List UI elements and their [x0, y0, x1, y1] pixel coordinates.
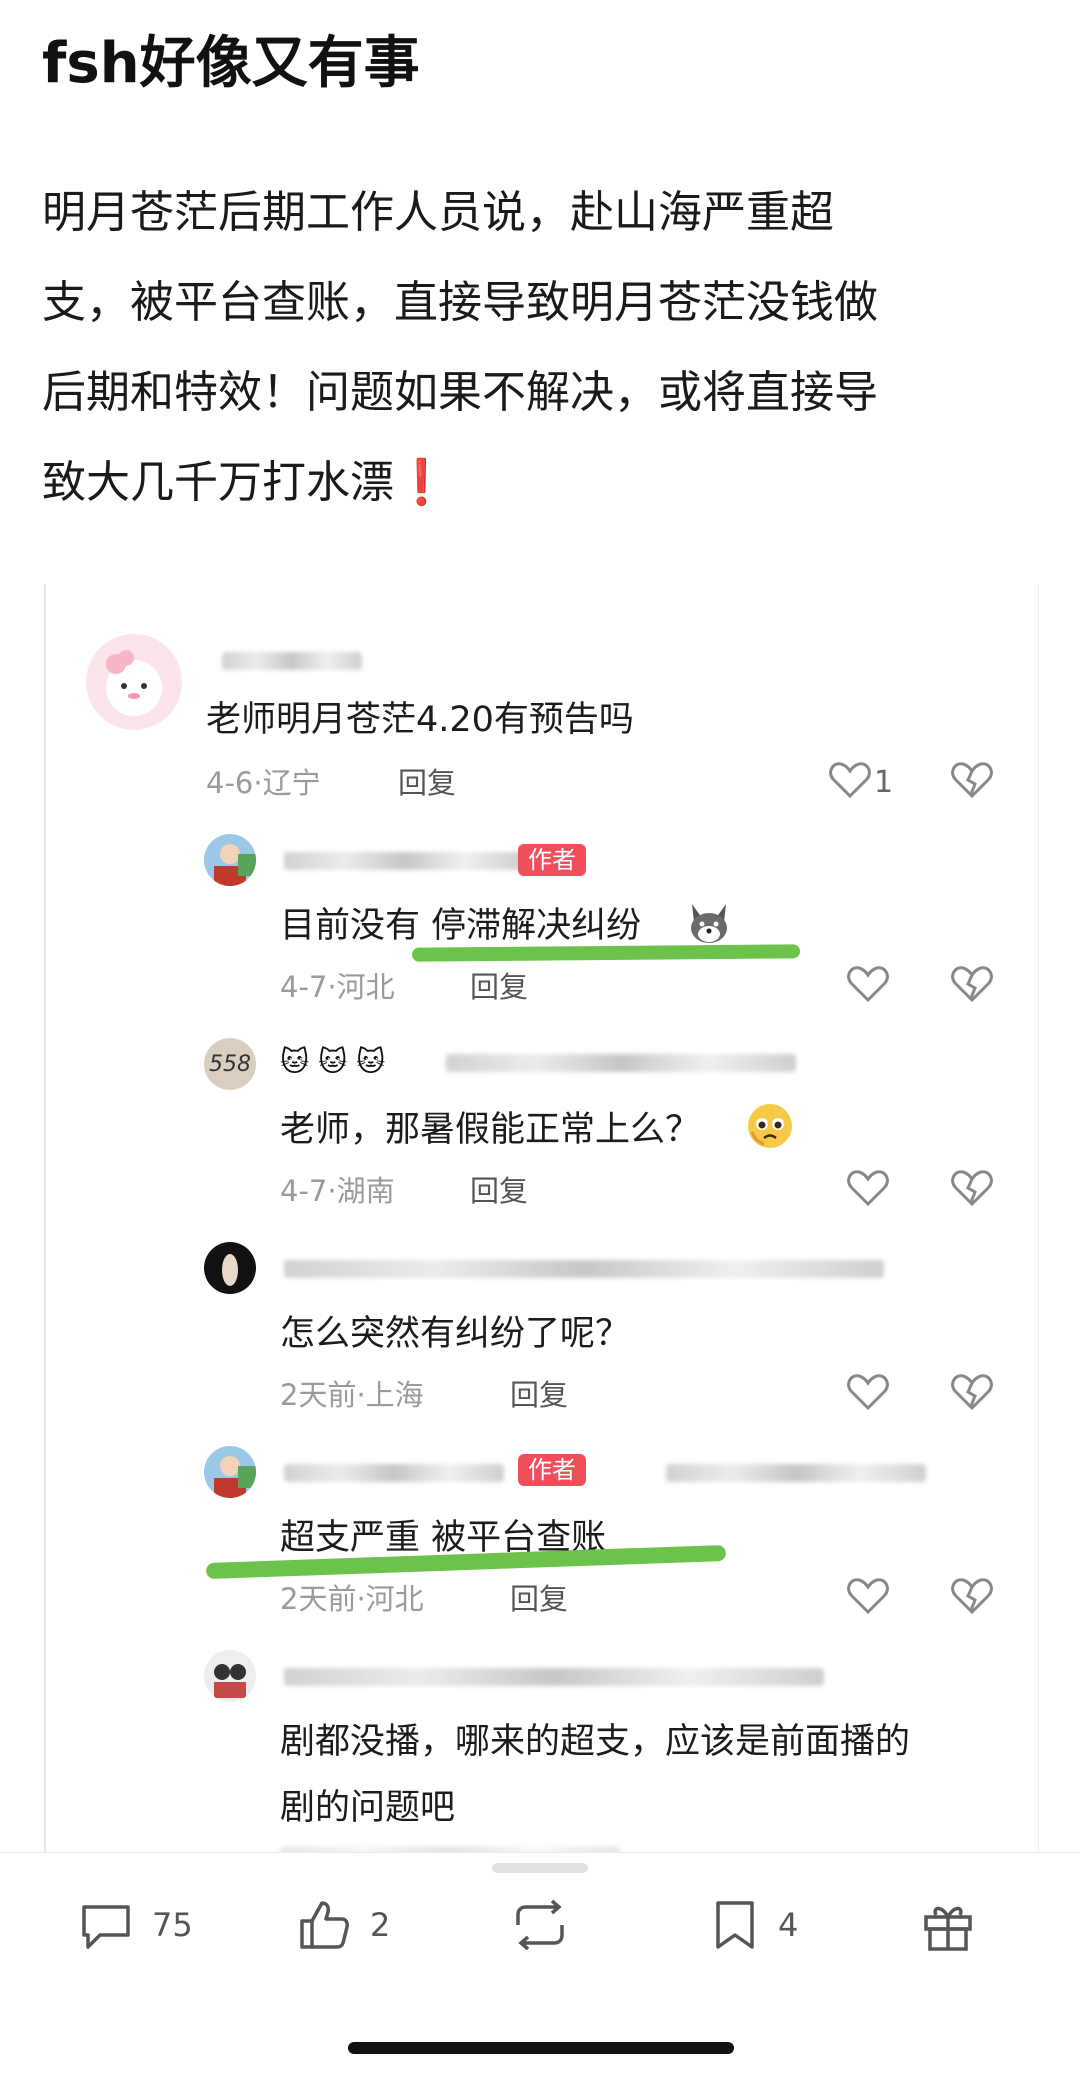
gift-icon — [924, 1906, 972, 1951]
post-body: 明月苍茫后期工作人员说，赴山海严重超 支，被平台查账，直接导致明月苍茫没钱做 后… — [42, 168, 1032, 528]
bottom-toolbar: 75 2 4 — [0, 1852, 1080, 2013]
heart-icon[interactable] — [828, 760, 872, 800]
reply-button[interactable]: 回复 — [470, 968, 528, 1006]
broken-heart-icon[interactable] — [950, 1372, 994, 1412]
post-body-line: 后期和特效！问题如果不解决，或将直接导 — [42, 367, 878, 418]
avatar-text: 558 — [209, 1051, 251, 1077]
broken-heart-icon[interactable] — [950, 760, 994, 800]
broken-heart-icon[interactable] — [950, 1168, 994, 1208]
bookmark-icon — [716, 1901, 754, 1949]
avatar[interactable] — [204, 1650, 256, 1702]
repost-button[interactable] — [510, 1893, 570, 1953]
pleading-emoji — [748, 1104, 792, 1148]
username-redacted — [284, 1668, 824, 1686]
gift-button[interactable] — [920, 1893, 980, 1953]
comment-text: 剧的问题吧 — [280, 1788, 456, 1828]
comment-text: 剧都没播，哪来的超支，应该是前面播的 — [280, 1722, 911, 1762]
comment-meta: 2天前·上海 — [280, 1378, 424, 1412]
comment-meta: 4-7·湖南 — [280, 1174, 395, 1208]
drag-handle[interactable] — [492, 1863, 588, 1873]
post-body-text: 致大几千万打水漂 — [42, 457, 394, 508]
comment-text: 目前没有 停滞解决纠纷 — [280, 906, 642, 946]
exclamation-mark: ❗ — [394, 457, 449, 508]
comment-icon — [82, 1905, 130, 1949]
heart-icon[interactable] — [846, 1576, 890, 1616]
heart-icon[interactable] — [846, 1372, 890, 1412]
username-prefix: 🐱 🐱 🐱 — [280, 1045, 386, 1078]
comment-button[interactable]: 75 — [78, 1893, 218, 1953]
dog-emoji — [691, 904, 727, 943]
embedded-screenshot[interactable]: 老师明月苍茫4.20有预告吗 4-6·辽宁 回复 1 作者 目前没有 停滞解决纠… — [44, 584, 1039, 1854]
broken-heart-icon[interactable] — [950, 964, 994, 1004]
author-tag: 作者 — [518, 844, 586, 876]
reply-button[interactable]: 回复 — [398, 764, 456, 802]
username-redacted — [284, 1464, 504, 1482]
comment-meta: 4-6·辽宁 — [206, 766, 321, 800]
heart-icon[interactable] — [846, 1168, 890, 1208]
comment-text: 老师，那暑假能正常上么？ — [280, 1110, 701, 1150]
post-body-line: 明月苍茫后期工作人员说，赴山海严重超 — [42, 187, 834, 238]
avatar[interactable]: 558 — [204, 1038, 256, 1090]
comment-meta: 2天前·河北 — [280, 1582, 424, 1616]
bookmark-count: 4 — [778, 1906, 799, 1944]
comment-text: 老师明月苍茫4.20有预告吗 — [206, 700, 634, 740]
username-redacted — [446, 1054, 796, 1072]
green-underline — [411, 944, 801, 962]
comment-text: 怎么突然有纠纷了呢？ — [280, 1314, 631, 1354]
avatar[interactable] — [204, 1242, 256, 1294]
comment-meta: 4-7·河北 — [280, 970, 395, 1004]
like-button[interactable]: 2 — [296, 1893, 416, 1953]
reply-button[interactable]: 回复 — [470, 1172, 528, 1210]
home-indicator[interactable] — [348, 2042, 734, 2054]
reply-button[interactable]: 回复 — [510, 1376, 568, 1414]
post-body-line: 致大几千万打水漂❗ — [42, 438, 1032, 528]
repost-icon — [516, 1899, 564, 1951]
heart-icon[interactable] — [846, 964, 890, 1004]
username-redacted — [284, 852, 524, 870]
like-count: 1 — [874, 765, 894, 800]
avatar[interactable] — [204, 834, 256, 886]
reply-button[interactable]: 回复 — [510, 1580, 568, 1618]
post-body-line: 支，被平台查账，直接导致明月苍茫没钱做 — [42, 277, 878, 328]
avatar[interactable] — [86, 634, 182, 730]
username-redacted — [284, 1260, 884, 1278]
post-title: fsh好像又有事 — [42, 31, 420, 96]
bookmark-button[interactable]: 4 — [710, 1893, 830, 1953]
like-count: 2 — [370, 1906, 391, 1944]
username-redacted — [666, 1464, 926, 1482]
broken-heart-icon[interactable] — [950, 1576, 994, 1616]
author-tag: 作者 — [518, 1454, 586, 1486]
thumbs-up-icon — [300, 1901, 349, 1949]
username-redacted — [222, 652, 362, 670]
avatar[interactable] — [204, 1446, 256, 1498]
comment-count: 75 — [152, 1906, 193, 1944]
